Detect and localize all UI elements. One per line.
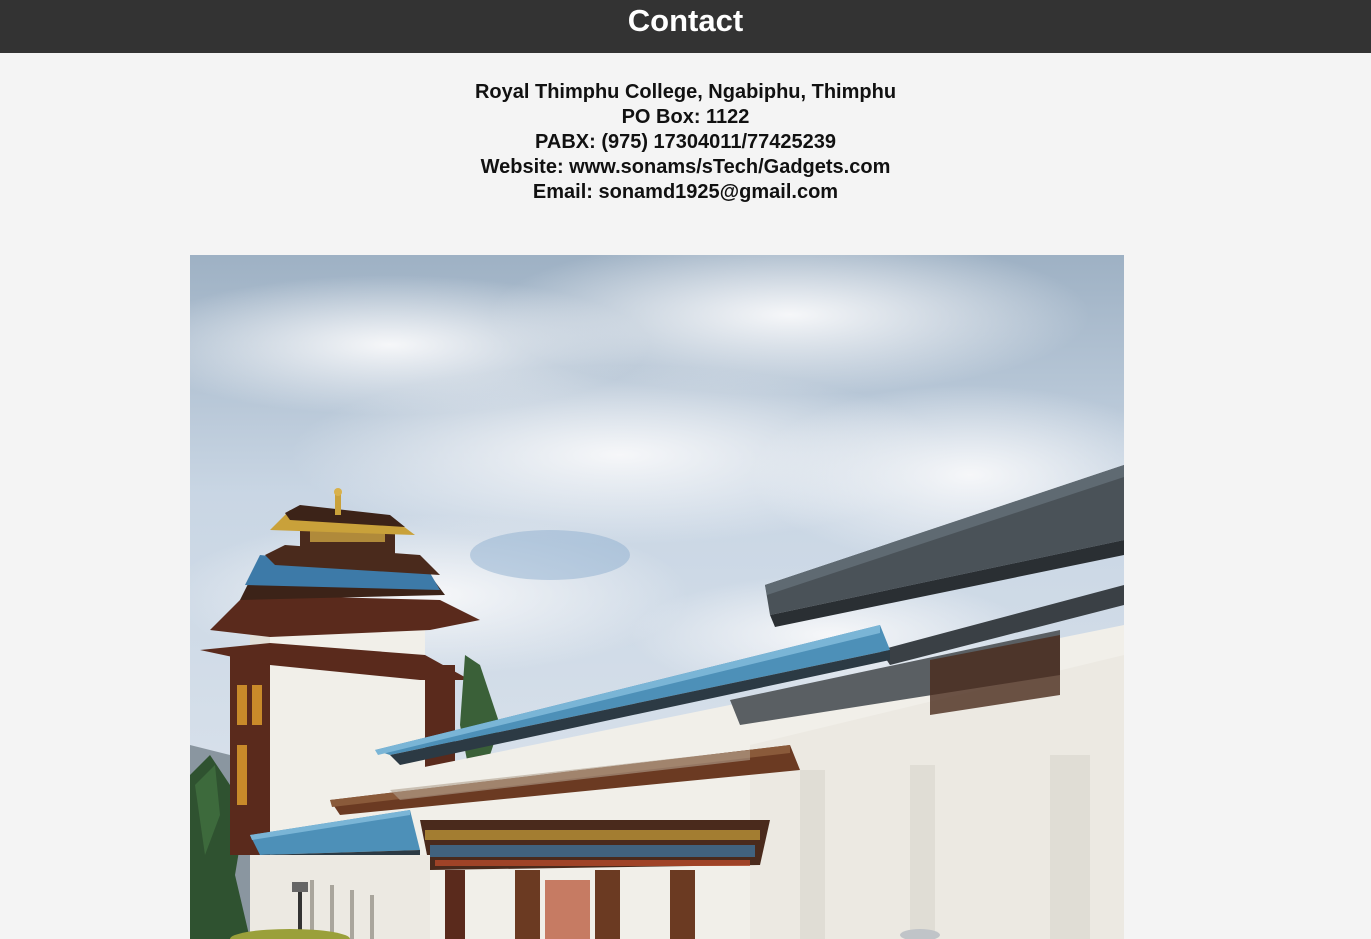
contact-website: Website: www.sonams/sTech/Gadgets.com: [480, 156, 891, 178]
contact-pabx: PABX: (975) 17304011/77425239: [535, 131, 836, 153]
contact-email: Email: sonamd1925@gmail.com: [532, 181, 839, 203]
contact-po-box: PO Box: 1122: [621, 106, 750, 128]
photo-illustration: [190, 255, 1124, 939]
page-header: Contact: [0, 0, 1371, 53]
contact-info-block: Royal Thimphu College, Ngabiphu, Thimphu…: [0, 80, 1371, 205]
contact-address: Royal Thimphu College, Ngabiphu, Thimphu: [474, 81, 897, 103]
page-title: Contact: [627, 3, 744, 38]
campus-building-photo: [190, 255, 1124, 939]
